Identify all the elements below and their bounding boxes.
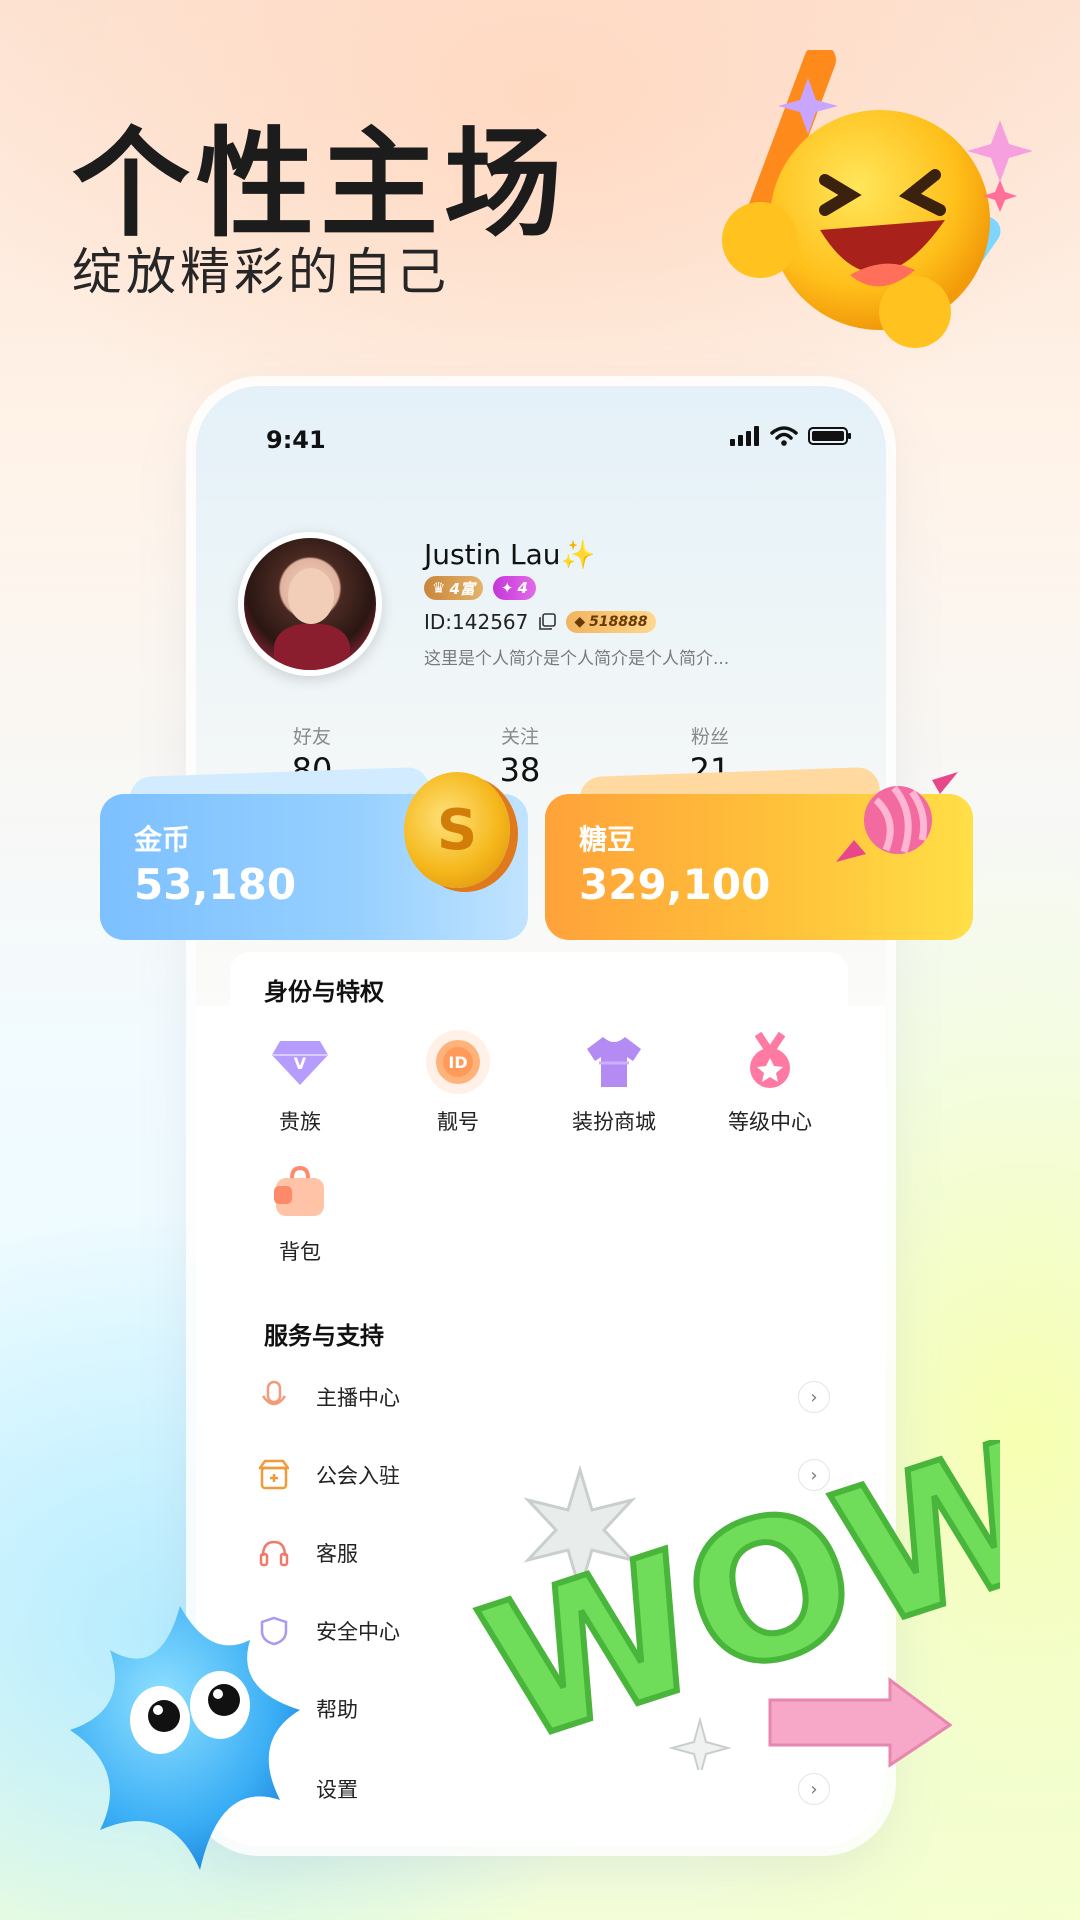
services-title: 服务与支持 bbox=[264, 1322, 384, 1350]
backpack-icon bbox=[268, 1160, 332, 1224]
pretty-icon: ◆ bbox=[574, 614, 586, 630]
pretty-number: 518888 bbox=[589, 614, 648, 630]
laughing-emoji-icon bbox=[722, 50, 1033, 348]
pretty-number-badge: ◆ 518888 bbox=[566, 611, 656, 633]
privilege-label: 背包 bbox=[279, 1240, 321, 1264]
crown-icon: ♛ bbox=[432, 579, 446, 597]
service-anchor-center[interactable]: 主播中心 › bbox=[256, 1372, 830, 1422]
candy-label: 糖豆 bbox=[579, 823, 636, 856]
tshirt-icon bbox=[582, 1030, 646, 1094]
id-badge-icon: ID bbox=[426, 1030, 490, 1094]
service-label: 主播中心 bbox=[316, 1386, 400, 1410]
coin-value: 53,180 bbox=[134, 860, 297, 909]
headset-icon bbox=[256, 1535, 292, 1571]
rich-badge-text: 4富 bbox=[449, 579, 475, 598]
avatar[interactable] bbox=[238, 532, 382, 676]
privilege-noble[interactable]: V 贵族 bbox=[240, 1030, 360, 1136]
microphone-icon bbox=[256, 1379, 292, 1415]
user-id: ID:142567 bbox=[424, 610, 529, 634]
user-level-badge: ✦ 4 bbox=[492, 576, 536, 600]
shield-icon bbox=[256, 1613, 292, 1649]
svg-text:ID: ID bbox=[448, 1053, 467, 1072]
service-label: 公会入驻 bbox=[316, 1464, 400, 1488]
rich-level-badge: ♛ 4富 bbox=[424, 576, 483, 600]
privilege-label: 靓号 bbox=[437, 1110, 479, 1134]
stat-label: 关注 bbox=[500, 726, 539, 748]
level-badge-text: 4 bbox=[517, 579, 528, 597]
privilege-backpack[interactable]: 背包 bbox=[240, 1160, 360, 1266]
profile-badges: ♛ 4富 ✦ 4 bbox=[424, 576, 536, 600]
chevron-right-icon: › bbox=[798, 1381, 830, 1413]
candy-value: 329,100 bbox=[579, 860, 771, 909]
battery-icon bbox=[808, 427, 851, 445]
privilege-level-center[interactable]: 等级中心 bbox=[710, 1030, 830, 1136]
copy-icon[interactable] bbox=[538, 613, 557, 631]
service-security-center[interactable]: 安全中心 bbox=[256, 1606, 830, 1656]
stat-label: 好友 bbox=[292, 726, 331, 748]
service-label: 安全中心 bbox=[316, 1620, 400, 1644]
privilege-dress-shop[interactable]: 装扮商城 bbox=[554, 1030, 674, 1136]
status-time: 9:41 bbox=[266, 426, 326, 454]
service-label: 客服 bbox=[316, 1542, 358, 1566]
privilege-label: 等级中心 bbox=[728, 1110, 812, 1134]
privilege-pretty-id[interactable]: ID 靓号 bbox=[398, 1030, 518, 1136]
chevron-right-icon: › bbox=[798, 1459, 830, 1491]
privileges-title: 身份与特权 bbox=[264, 978, 384, 1006]
candy-icon bbox=[836, 772, 958, 862]
wifi-icon bbox=[770, 426, 798, 446]
service-customer-support[interactable]: 客服 bbox=[256, 1528, 830, 1578]
privilege-label: 贵族 bbox=[279, 1110, 321, 1134]
gold-coin-icon: S bbox=[404, 772, 510, 888]
svg-text:V: V bbox=[294, 1054, 307, 1073]
profile-bio: 这里是个人简介是个人简介是个人简介... bbox=[424, 649, 730, 669]
coin-label: 金币 bbox=[134, 823, 191, 856]
medal-icon bbox=[738, 1030, 802, 1094]
diamond-icon: V bbox=[268, 1030, 332, 1094]
gear-icon bbox=[256, 1771, 292, 1807]
hero-subtitle: 绽放精彩的自己 bbox=[72, 243, 450, 301]
help-icon bbox=[256, 1691, 292, 1727]
signal-icon bbox=[730, 426, 759, 446]
stat-label: 粉丝 bbox=[690, 726, 729, 748]
service-help[interactable]: 帮助 bbox=[256, 1684, 830, 1734]
chevron-right-icon: › bbox=[798, 1773, 830, 1805]
privilege-label: 装扮商城 bbox=[572, 1110, 656, 1134]
star-icon: ✦ bbox=[500, 579, 514, 597]
profile-name: Justin Lau✨ bbox=[424, 538, 596, 571]
guild-icon bbox=[256, 1457, 292, 1493]
service-guild-join[interactable]: 公会入驻 › bbox=[256, 1450, 830, 1500]
service-settings[interactable]: 设置 › bbox=[256, 1764, 830, 1814]
service-label: 帮助 bbox=[316, 1698, 358, 1722]
id-row: ID:142567 ◆ 518888 bbox=[424, 610, 656, 634]
status-icons bbox=[730, 426, 852, 446]
service-label: 设置 bbox=[316, 1778, 358, 1802]
